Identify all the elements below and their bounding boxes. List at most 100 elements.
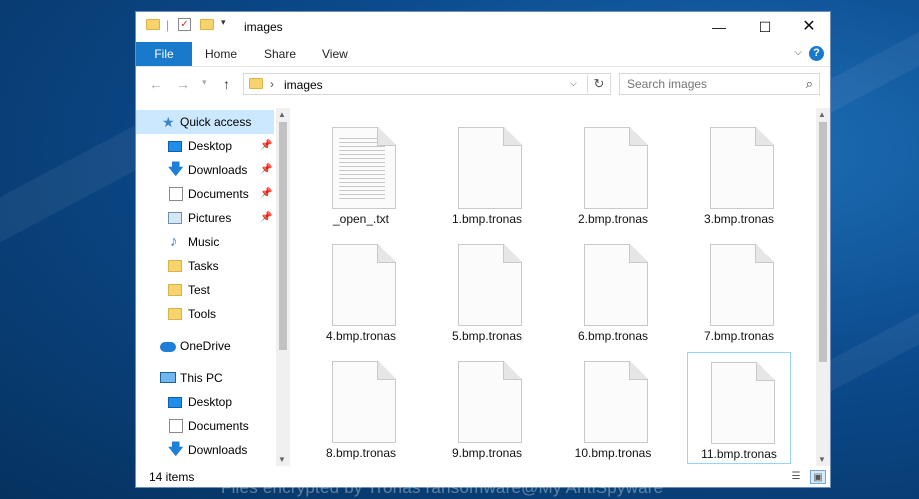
nav-item-pc-desktop[interactable]: Desktop: [136, 390, 274, 414]
nav-item-label: Quick access: [180, 115, 252, 129]
file-name: 7.bmp.tronas: [703, 329, 775, 343]
file-item[interactable]: 10.bmp.tronas: [561, 352, 665, 464]
tab-home[interactable]: Home: [205, 42, 237, 66]
nav-item-label: Downloads: [188, 163, 248, 177]
desktop-icon: [168, 397, 182, 408]
navigation-bar: ← → ▾ ↑ › images ⌵ ↻ ⌕: [136, 67, 830, 101]
scroll-up-icon[interactable]: ▲: [818, 110, 826, 119]
nav-item-onedrive[interactable]: OneDrive: [136, 334, 274, 358]
scrollbar-thumb[interactable]: [819, 122, 827, 362]
this-pc-icon: [160, 372, 176, 383]
file-name: 5.bmp.tronas: [451, 329, 523, 343]
new-folder-icon[interactable]: [200, 19, 214, 30]
nav-item-tools[interactable]: Tools: [136, 302, 274, 326]
address-dropdown-icon[interactable]: ⌵: [570, 78, 577, 89]
file-name: 11.bmp.tronas: [701, 447, 777, 461]
file-item[interactable]: _open_.txt: [309, 118, 413, 230]
pictures-icon: [168, 212, 182, 224]
file-item[interactable]: 4.bmp.tronas: [309, 235, 413, 347]
recent-locations-chevron-icon[interactable]: ▾: [202, 77, 207, 88]
quick-access-toolbar-dropdown-icon[interactable]: ▾: [221, 17, 226, 28]
page-fold: [377, 127, 396, 146]
nav-item-label: Tasks: [188, 259, 219, 273]
nav-item-downloads[interactable]: 🡇 Downloads 📌: [136, 158, 274, 182]
breadcrumb-current-folder[interactable]: images: [284, 78, 323, 92]
file-item[interactable]: 8.bmp.tronas: [309, 352, 413, 464]
file-list-scrollbar[interactable]: ▲ ▼: [816, 108, 830, 466]
nav-item-this-pc[interactable]: This PC: [136, 366, 274, 390]
search-icon[interactable]: ⌕: [806, 76, 813, 92]
expand-ribbon-chevron-icon[interactable]: ⌵: [794, 47, 802, 58]
file-name: 6.bmp.tronas: [577, 329, 649, 343]
large-icons-view-icon[interactable]: ▣: [810, 470, 826, 484]
back-arrow-icon[interactable]: ←: [149, 76, 163, 92]
nav-item-label: Documents: [188, 187, 249, 201]
up-arrow-icon[interactable]: ↑: [223, 76, 230, 92]
file-name: _open_.txt: [332, 212, 390, 226]
nav-item-pc-documents[interactable]: Documents: [136, 414, 274, 438]
nav-item-pictures[interactable]: Pictures 📌: [136, 206, 274, 230]
ribbon-tabs: File Home Share View ⌵ ?: [136, 42, 830, 67]
nav-item-pc-downloads[interactable]: 🡇 Downloads: [136, 438, 274, 462]
forward-arrow-icon[interactable]: →: [176, 76, 190, 92]
nav-item-documents[interactable]: Documents 📌: [136, 182, 274, 206]
nav-item-label: OneDrive: [180, 339, 231, 353]
text-lines: [339, 138, 385, 200]
file-item[interactable]: 2.bmp.tronas: [561, 118, 665, 230]
download-icon: 🡇: [168, 161, 184, 178]
minimize-button[interactable]: —: [696, 12, 742, 42]
nav-item-label: Desktop: [188, 395, 233, 409]
navigation-pane: ★ Quick access Desktop 📌 🡇 Downloads 📌 D…: [136, 108, 292, 466]
file-item[interactable]: 5.bmp.tronas: [435, 235, 539, 347]
file-name: 9.bmp.tronas: [451, 446, 523, 460]
page-fold: [503, 244, 522, 263]
close-button[interactable]: ✕: [786, 12, 830, 42]
details-view-icon[interactable]: ☰: [788, 470, 804, 484]
file-item[interactable]: 7.bmp.tronas: [687, 235, 791, 347]
breadcrumb-separator-icon: ›: [270, 77, 274, 91]
address-bar[interactable]: › images ⌵ ↻: [243, 73, 611, 95]
page-fold: [503, 127, 522, 146]
scrollbar-thumb[interactable]: [279, 122, 287, 350]
maximize-button[interactable]: ☐: [742, 12, 788, 42]
page-fold: [756, 362, 775, 381]
title-bar: | ✓ ▾ images — ☐ ✕: [136, 12, 830, 42]
page-fold: [377, 361, 396, 380]
search-input[interactable]: [620, 74, 799, 94]
file-item-selected[interactable]: 11.bmp.tronas: [687, 352, 791, 464]
page-fold: [629, 361, 648, 380]
nav-item-label: Tools: [188, 307, 217, 321]
file-item[interactable]: 3.bmp.tronas: [687, 118, 791, 230]
file-name: 8.bmp.tronas: [325, 446, 397, 460]
nav-item-music[interactable]: ♪ Music: [136, 230, 274, 254]
nav-item-label: Downloads: [188, 443, 248, 457]
scroll-up-icon[interactable]: ▲: [278, 110, 286, 119]
nav-item-label: Test: [188, 283, 211, 297]
tab-file[interactable]: File: [136, 42, 192, 66]
tab-view[interactable]: View: [322, 42, 348, 66]
search-box[interactable]: ⌕: [619, 73, 820, 95]
nav-item-label: Music: [188, 235, 220, 249]
nav-item-quick-access[interactable]: ★ Quick access: [136, 110, 274, 134]
nav-item-desktop[interactable]: Desktop 📌: [136, 134, 274, 158]
scroll-down-icon[interactable]: ▼: [278, 455, 286, 464]
nav-item-tasks[interactable]: Tasks: [136, 254, 274, 278]
download-icon: 🡇: [168, 441, 184, 458]
documents-icon: [169, 419, 183, 433]
refresh-icon[interactable]: ↻: [587, 75, 610, 93]
nav-item-test[interactable]: Test: [136, 278, 274, 302]
scroll-down-icon[interactable]: ▼: [818, 455, 826, 464]
navigation-pane-scrollbar[interactable]: ▲ ▼: [276, 108, 290, 466]
page-fold: [629, 244, 648, 263]
nav-item-label: Pictures: [188, 211, 232, 225]
file-item[interactable]: 9.bmp.tronas: [435, 352, 539, 464]
help-icon[interactable]: ?: [809, 46, 824, 61]
tab-share[interactable]: Share: [264, 42, 296, 66]
file-item[interactable]: 1.bmp.tronas: [435, 118, 539, 230]
folder-icon[interactable]: [146, 19, 160, 30]
pin-icon: 📌: [260, 164, 273, 175]
onedrive-icon: [160, 342, 176, 352]
file-name: 2.bmp.tronas: [577, 212, 649, 226]
properties-icon[interactable]: ✓: [178, 18, 191, 31]
file-item[interactable]: 6.bmp.tronas: [561, 235, 665, 347]
